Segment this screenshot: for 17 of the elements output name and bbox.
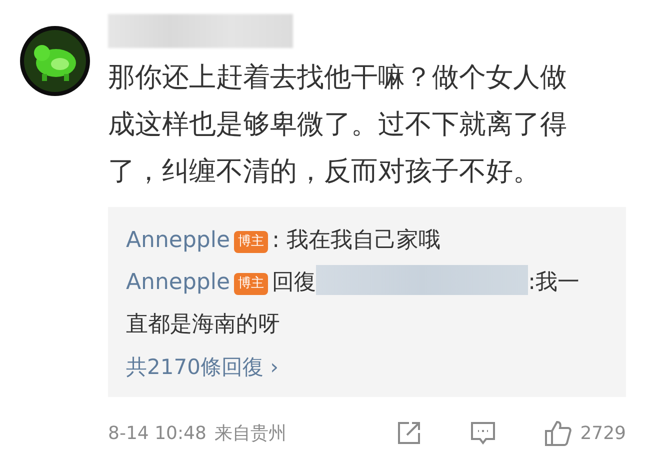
author-badge: 博主	[234, 231, 268, 253]
avatar-drawing	[20, 26, 90, 96]
more-replies-link[interactable]: 共2170條回復 ›	[126, 347, 279, 387]
reply-text: 直都是海南的呀	[126, 312, 280, 337]
reply-author[interactable]: Annepple	[126, 270, 230, 295]
comment-icon[interactable]	[470, 420, 496, 446]
comment-text: 那你还上赶着去找他干嘛？做个女人做成这样也是够卑微了。过不下就离了得了，纠缠不清的，反而对孩子不好。	[108, 61, 568, 189]
like-count: 2729	[580, 422, 626, 446]
author-badge: 博主	[234, 273, 268, 295]
reply-author[interactable]: Annepple	[126, 228, 230, 253]
thumbs-up-icon[interactable]	[544, 419, 572, 447]
reply-prefix: 回復	[272, 270, 316, 295]
reply-text: : 我在我自己家哦	[272, 228, 440, 253]
share-icon[interactable]	[396, 420, 422, 446]
comment-location: 来自贵州	[214, 422, 286, 446]
reply-text: :我一	[528, 270, 580, 295]
comment-time: 8-14 10:48	[108, 422, 206, 446]
